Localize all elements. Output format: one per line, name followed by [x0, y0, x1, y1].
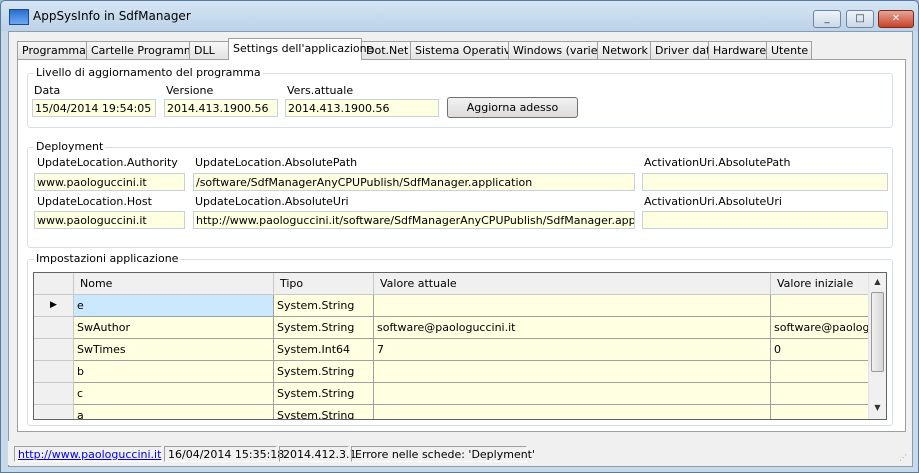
column-header-valore-attuale[interactable]: Valore attuale	[374, 273, 771, 295]
tab-network[interactable]: Network	[597, 41, 651, 59]
grid-cell-valore-attuale[interactable]	[374, 295, 771, 317]
update-level-group: Livello di aggiornamento del programma D…	[27, 67, 893, 128]
tab-programma[interactable]: Programma	[17, 41, 87, 59]
versione-label: Versione	[166, 84, 214, 97]
grid-corner-header	[34, 273, 74, 295]
grid-cell-valore-attuale[interactable]	[374, 361, 771, 383]
status-error-message: Errore nelle schede: 'Deplyment'	[351, 446, 535, 462]
grid-cell-valore-iniziale[interactable]	[771, 383, 869, 405]
versione-field[interactable]: 2014.413.1900.56	[164, 99, 278, 117]
host-label: UpdateLocation.Host	[37, 195, 152, 208]
grid-cell-tipo[interactable]: System.String	[274, 361, 374, 383]
authority-label: UpdateLocation.Authority	[37, 156, 178, 169]
row-header[interactable]	[34, 317, 74, 339]
grid-cell-valore-iniziale[interactable]	[771, 295, 869, 317]
grid-cell-valore-attuale[interactable]	[374, 405, 771, 419]
data-field[interactable]: 15/04/2014 19:54:05	[32, 99, 156, 117]
activation-uri-label: ActivationUri.AbsoluteUri	[644, 195, 782, 208]
grid-cell-valore-iniziale[interactable]	[771, 405, 869, 419]
authority-field[interactable]: www.paologuccini.it	[34, 173, 185, 191]
scroll-up-arrow-icon[interactable]: ▲	[872, 276, 883, 288]
app-window: AppSysInfo in SdfManager _ □ ✕ Programma…	[0, 0, 919, 473]
website-link[interactable]: http://www.paologuccini.it	[18, 448, 161, 461]
grid-cell-valore-iniziale[interactable]: 0	[771, 339, 869, 361]
scroll-thumb[interactable]	[871, 292, 884, 372]
absolute-path-field[interactable]: /software/SdfManagerAnyCPUPublish/SdfMan…	[193, 173, 635, 191]
grid-cell-nome[interactable]: e	[74, 295, 274, 317]
tab-driver-dati[interactable]: Driver dati	[650, 41, 713, 59]
row-header[interactable]	[34, 405, 74, 419]
grid-cell-nome[interactable]: SwAuthor	[74, 317, 274, 339]
row-header[interactable]	[34, 361, 74, 383]
minimize-button[interactable]: _	[813, 10, 841, 28]
grid-vertical-scrollbar[interactable]: ▲ ▼	[868, 273, 886, 419]
status-website-link-panel[interactable]: http://www.paologuccini.it	[14, 446, 162, 462]
grid-cell-valore-iniziale[interactable]: software@paolog...	[771, 317, 869, 339]
client-area: Programma Cartelle Programma DLL Setting…	[8, 31, 913, 467]
scroll-down-arrow-icon[interactable]: ▼	[872, 402, 883, 414]
activation-path-label: ActivationUri.AbsolutePath	[644, 156, 791, 169]
activation-uri-field[interactable]	[642, 211, 888, 229]
grid-cell-nome[interactable]: SwTimes	[74, 339, 274, 361]
update-now-button[interactable]: Aggiorna adesso	[447, 97, 578, 118]
status-datetime: 16/04/2014 15:35:18	[164, 446, 284, 462]
host-field[interactable]: www.paologuccini.it	[34, 211, 185, 229]
tab-dll[interactable]: DLL	[189, 41, 229, 59]
column-header-valore-iniziale[interactable]: Valore iniziale	[771, 273, 869, 295]
data-label: Data	[34, 84, 61, 97]
grid-cell-nome[interactable]: c	[74, 383, 274, 405]
tab-hardware[interactable]: Hardware	[708, 41, 768, 59]
activation-path-field[interactable]	[642, 173, 888, 191]
tab-utente[interactable]: Utente	[766, 41, 812, 59]
window-title: AppSysInfo in SdfManager	[33, 9, 191, 23]
update-level-title: Livello di aggiornamento del programma	[34, 66, 263, 79]
tab-sistema-operativo[interactable]: Sistema Operativo	[410, 41, 517, 59]
grid-cell-valore-iniziale[interactable]	[771, 361, 869, 383]
tab-cartelle-programma[interactable]: Cartelle Programma	[86, 41, 201, 59]
absolute-uri-field[interactable]: http://www.paologuccini.it/software/SdfM…	[193, 211, 635, 229]
grid-cell-tipo[interactable]: System.Int64	[274, 339, 374, 361]
deployment-group: Deployment UpdateLocation.Authority www.…	[27, 141, 893, 248]
status-version: 2014.412.3.1	[279, 446, 356, 462]
grid-cell-valore-attuale[interactable]	[374, 383, 771, 405]
settings-tab-page: Livello di aggiornamento del programma D…	[17, 59, 906, 432]
settings-group: Impostazioni applicazione Nome Tipo Valo…	[27, 253, 893, 426]
row-header[interactable]	[34, 383, 74, 405]
grid-cell-nome[interactable]: a	[74, 405, 274, 419]
title-bar[interactable]: AppSysInfo in SdfManager _ □ ✕	[1, 1, 918, 31]
vers-attuale-field[interactable]: 2014.413.1900.56	[285, 99, 439, 117]
row-header[interactable]: ▶	[34, 295, 74, 317]
app-icon	[9, 9, 29, 25]
grid-cell-valore-attuale[interactable]: software@paologuccini.it	[374, 317, 771, 339]
status-bar: http://www.paologuccini.it 16/04/2014 15…	[8, 441, 911, 465]
tab-settings-applicazione[interactable]: Settings dell'applicazione	[228, 38, 373, 60]
tab-windows-varie[interactable]: Windows (varie)	[508, 41, 602, 59]
absolute-path-label: UpdateLocation.AbsolutePath	[195, 156, 358, 169]
column-header-tipo[interactable]: Tipo	[274, 273, 374, 295]
row-header[interactable]	[34, 339, 74, 361]
grid-cell-tipo[interactable]: System.String	[274, 295, 374, 317]
grid-cell-valore-attuale[interactable]: 7	[374, 339, 771, 361]
grid-cell-tipo[interactable]: System.String	[274, 383, 374, 405]
column-header-nome[interactable]: Nome	[74, 273, 274, 295]
grid-cell-tipo[interactable]: System.String	[274, 405, 374, 419]
absolute-uri-label: UpdateLocation.AbsoluteUri	[195, 195, 349, 208]
grid-cell-nome[interactable]: b	[74, 361, 274, 383]
resize-grip-icon[interactable]: ⋰	[899, 453, 909, 463]
maximize-button[interactable]: □	[846, 10, 874, 28]
settings-title: Impostazioni applicazione	[34, 252, 181, 265]
vers-attuale-label: Vers.attuale	[287, 84, 354, 97]
settings-grid[interactable]: Nome Tipo Valore attuale Valore iniziale…	[33, 272, 887, 420]
grid-cell-tipo[interactable]: System.String	[274, 317, 374, 339]
close-button[interactable]: ✕	[878, 10, 914, 28]
deployment-title: Deployment	[34, 140, 106, 153]
